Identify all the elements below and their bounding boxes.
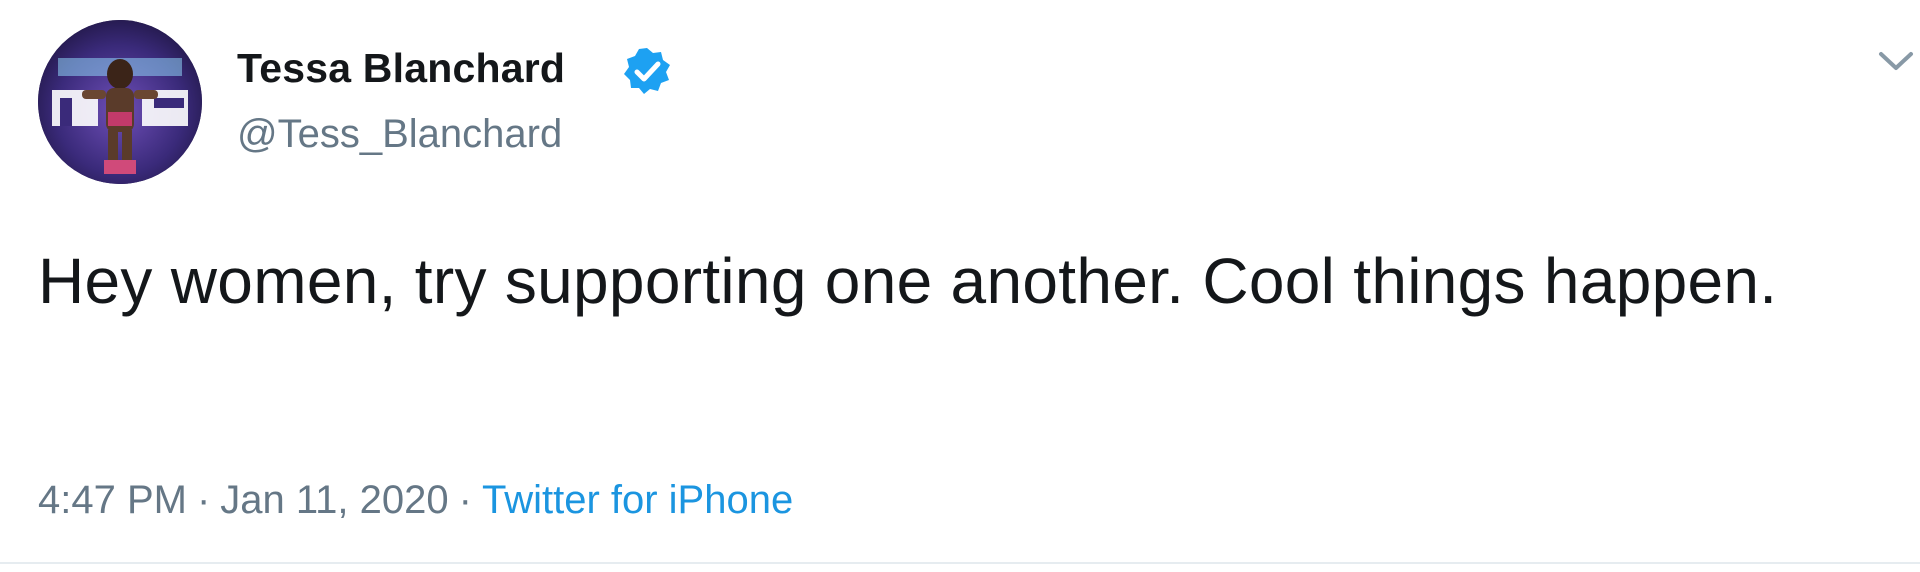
chevron-down-icon[interactable] [1878, 50, 1914, 74]
meta-separator: · [458, 478, 472, 522]
profile-avatar[interactable] [38, 20, 202, 184]
divider [0, 562, 1920, 564]
tweet-text: Hey women, try supporting one another. C… [38, 245, 1778, 317]
avatar-image [38, 20, 202, 184]
tweet-source-link[interactable]: Twitter for iPhone [482, 478, 793, 522]
author-display-name[interactable]: Tessa Blanchard [237, 44, 565, 92]
tweet-card: Tessa Blanchard @Tess_Blanchard Hey wome… [0, 0, 1920, 572]
tweet-time[interactable]: 4:47 PM [38, 478, 187, 522]
meta-separator: · [196, 478, 211, 522]
tweet-date[interactable]: Jan 11, 2020 [220, 478, 448, 522]
author-handle[interactable]: @Tess_Blanchard [237, 110, 562, 158]
tweet-metadata: 4:47 PM · Jan 11, 2020 · Twitter for iPhone [38, 474, 793, 526]
verified-badge-icon [624, 48, 670, 94]
